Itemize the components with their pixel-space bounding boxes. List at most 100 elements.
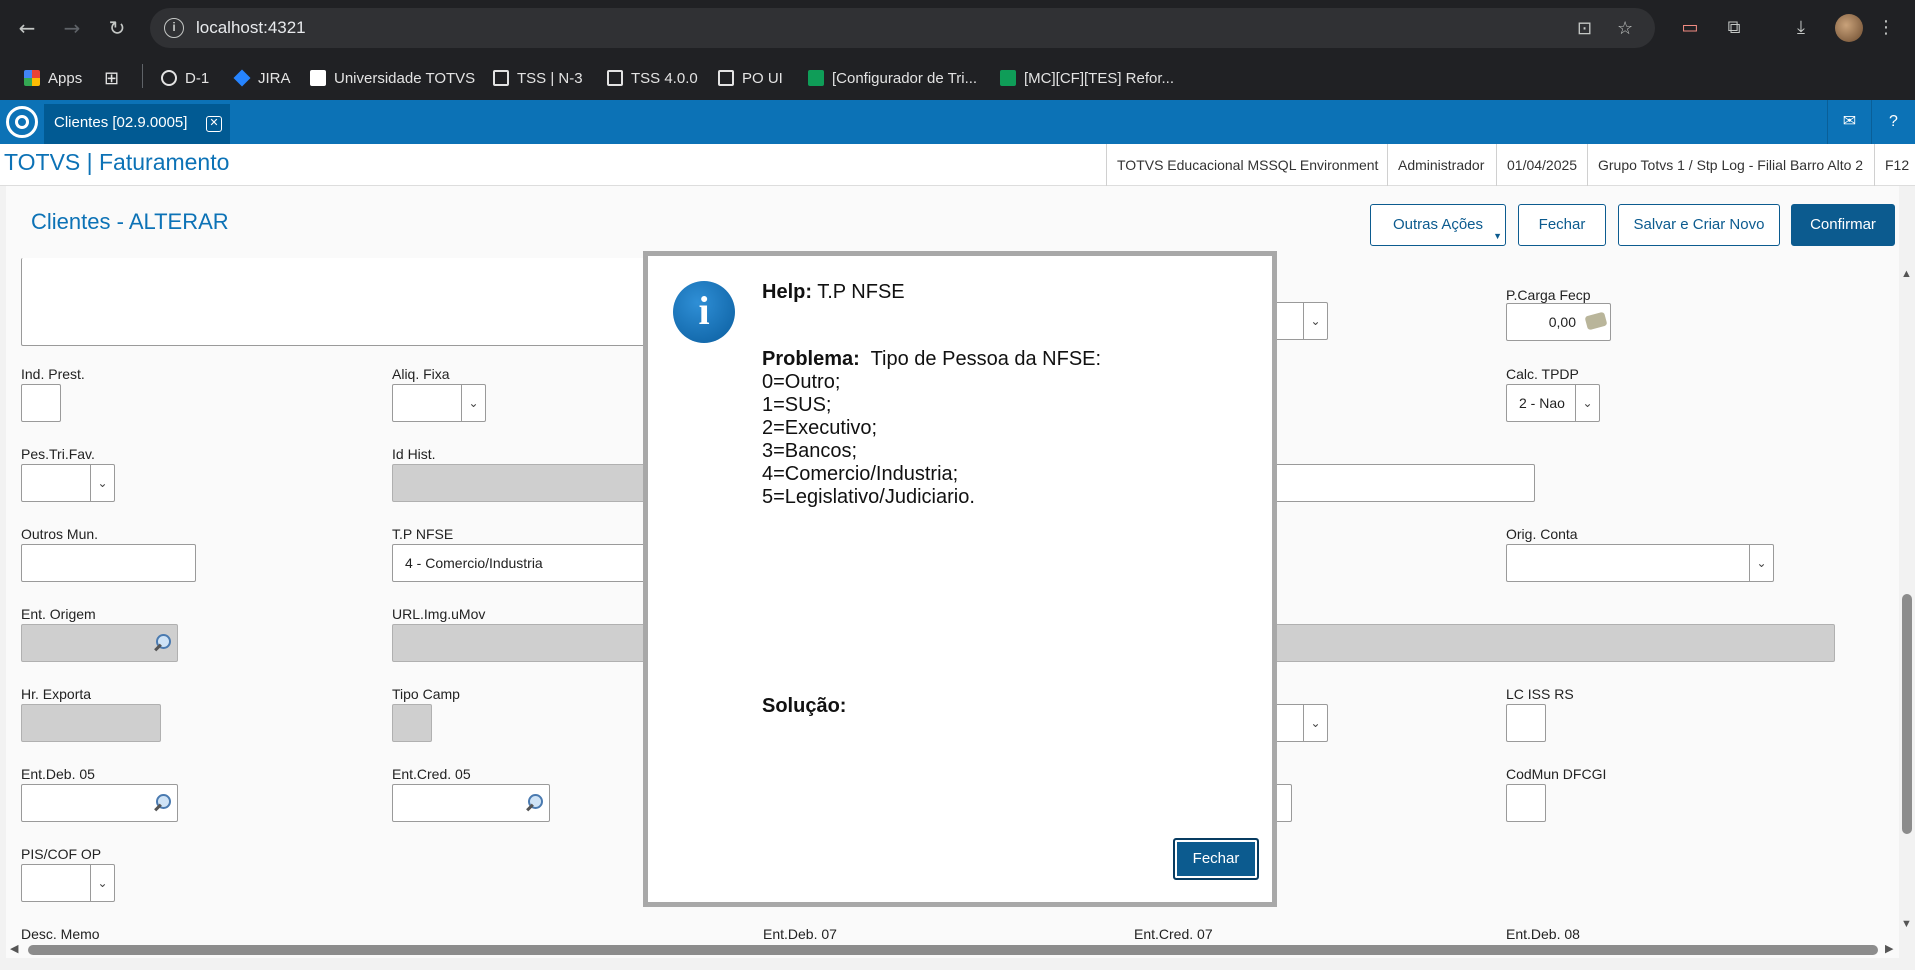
ent-cred-05-field[interactable]: [392, 784, 550, 822]
help-heading: Help: T.P NFSE: [762, 281, 905, 303]
status-company[interactable]: Grupo Totvs 1 / Stp Log - Filial Barro A…: [1587, 144, 1873, 186]
hidden-select-3[interactable]: ⌄: [1270, 704, 1328, 742]
bookmark-star-icon[interactable]: ☆: [1617, 18, 1633, 39]
bookmark-po-ui[interactable]: PO UI: [718, 68, 783, 88]
close-tab-icon[interactable]: ✕: [206, 116, 222, 132]
ent-deb-05-field[interactable]: [21, 784, 178, 822]
pis-cof-op-label: PIS/COF OP: [21, 846, 102, 862]
bookmark-d1[interactable]: D-1: [161, 68, 209, 88]
money-icon[interactable]: [1584, 311, 1608, 331]
bookmark-jira[interactable]: JIRA: [233, 68, 291, 88]
tipo-camp-field[interactable]: [392, 704, 432, 742]
bookmark-configurador[interactable]: [Configurador de Tri...: [808, 68, 977, 88]
bookmarks-bar: Apps ⊞ D-1 JIRA Universidade TOTVS TSS |…: [0, 56, 1915, 100]
ent-origem-field[interactable]: [21, 624, 178, 662]
folder-icon: [718, 70, 734, 86]
back-icon[interactable]: ←: [13, 14, 41, 42]
scroll-left-icon[interactable]: ◀: [10, 942, 18, 955]
reload-icon[interactable]: ↻: [103, 14, 131, 42]
desc-memo-label: Desc. Memo: [21, 926, 100, 942]
codmun-dfcgi-field[interactable]: [1506, 784, 1546, 822]
page-title: Clientes - ALTERAR: [31, 209, 229, 234]
ind-prest-field[interactable]: [21, 384, 61, 422]
close-button[interactable]: Fechar: [1518, 204, 1606, 246]
folder-icon: [493, 70, 509, 86]
status-environment: TOTVS Educacional MSSQL Environment: [1106, 144, 1388, 186]
save-and-new-button[interactable]: Salvar e Criar Novo: [1618, 204, 1780, 246]
bookmark-mc-cf-tes[interactable]: [MC][CF][TES] Refor...: [1000, 68, 1174, 88]
confirm-button[interactable]: Confirmar: [1791, 204, 1895, 246]
install-app-icon[interactable]: ⊡: [1577, 18, 1592, 39]
scroll-right-icon[interactable]: ▶: [1885, 942, 1893, 955]
bookmark-apps[interactable]: Apps: [24, 68, 82, 88]
app-header: Clientes [02.9.0005] ✕ ✉ ?: [0, 100, 1915, 144]
bookmark-grid[interactable]: ⊞: [104, 67, 120, 89]
universidade-icon: [310, 70, 326, 86]
ent-cred-05-label: Ent.Cred. 05: [392, 766, 471, 782]
download-icon[interactable]: ⤓: [1787, 14, 1815, 42]
globe-icon: [161, 70, 177, 86]
forward-icon[interactable]: →: [58, 14, 86, 42]
scroll-down-icon[interactable]: ▼: [1901, 918, 1912, 930]
lc-iss-rs-field[interactable]: [1506, 704, 1546, 742]
search-icon[interactable]: [153, 634, 171, 652]
status-f12[interactable]: F12: [1874, 144, 1915, 186]
sheet-icon: [1000, 70, 1016, 86]
tipo-camp-label: Tipo Camp: [392, 686, 460, 702]
mail-icon[interactable]: ✉: [1827, 100, 1871, 144]
tab-clientes[interactable]: Clientes [02.9.0005] ✕: [44, 104, 230, 144]
orig-conta-select[interactable]: ⌄: [1506, 544, 1774, 582]
chevron-down-icon[interactable]: ⌄: [1749, 545, 1773, 581]
vertical-scroll-thumb[interactable]: [1902, 594, 1912, 834]
bookmark-tss-n3[interactable]: TSS | N-3: [493, 68, 583, 88]
pis-cof-op-select[interactable]: ⌄: [21, 864, 115, 902]
hidden-select-1[interactable]: ⌄: [1270, 302, 1328, 340]
chevron-down-icon[interactable]: ⌄: [1575, 385, 1599, 421]
extensions-icon[interactable]: ⧉: [1720, 14, 1748, 42]
bookmark-tss-400[interactable]: TSS 4.0.0: [607, 68, 698, 88]
browser-toolbar: ← → ↻ i localhost:4321 ⊡ ☆ ▭ ⧉ ⤓ ⋮: [0, 0, 1915, 56]
address-bar[interactable]: i localhost:4321 ⊡ ☆: [150, 8, 1655, 48]
bookmark-universidade[interactable]: Universidade TOTVS: [310, 68, 475, 88]
calc-tpdp-select[interactable]: 2 - Nao ⌄: [1506, 384, 1600, 422]
outros-mun-label: Outros Mun.: [21, 526, 99, 542]
chevron-down-icon[interactable]: ⌄: [461, 385, 485, 421]
menu-kebab-icon[interactable]: ⋮: [1872, 14, 1900, 42]
chevron-down-icon[interactable]: ⌄: [1303, 303, 1327, 339]
problem-heading: Problema: Tipo de Pessoa da NFSE:: [762, 348, 1102, 370]
scroll-up-icon[interactable]: ▲: [1901, 268, 1912, 280]
help-icon[interactable]: ?: [1871, 100, 1915, 144]
url-img-umov-field[interactable]: [392, 624, 652, 662]
apps-icon: [24, 70, 40, 86]
site-info-icon[interactable]: i: [164, 18, 184, 38]
aliq-fixa-select[interactable]: ⌄: [392, 384, 486, 422]
search-icon[interactable]: [525, 794, 543, 812]
tp-nfse-label: T.P NFSE: [392, 526, 454, 542]
other-actions-button[interactable]: Outras Ações ▼: [1370, 204, 1506, 246]
horizontal-scroll-thumb[interactable]: [28, 945, 1878, 955]
horizontal-scrollbar[interactable]: ◀ ▶: [6, 942, 1899, 958]
tp-nfse-select[interactable]: 4 - Comercio/Industria: [392, 544, 652, 582]
id-hist-field[interactable]: [392, 464, 652, 502]
grid-icon: ⊞: [104, 67, 120, 89]
problem-line: 3=Bancos;: [762, 440, 858, 462]
outros-mun-field[interactable]: [21, 544, 196, 582]
pes-tri-fav-label: Pes.Tri.Fav.: [21, 446, 95, 462]
hr-exporta-field[interactable]: [21, 704, 161, 742]
p-carga-fecp-field[interactable]: 0,00: [1506, 303, 1611, 341]
totvs-logo-icon[interactable]: [6, 106, 38, 138]
url-text[interactable]: localhost:4321: [196, 18, 306, 38]
chevron-down-icon[interactable]: ⌄: [90, 465, 114, 501]
search-icon[interactable]: [153, 794, 171, 812]
chevron-down-icon[interactable]: ⌄: [1303, 705, 1327, 741]
chevron-down-icon[interactable]: ⌄: [90, 865, 114, 901]
pes-tri-fav-select[interactable]: ⌄: [21, 464, 115, 502]
vertical-scrollbar[interactable]: ▲ ▼: [1899, 264, 1915, 934]
profile-avatar[interactable]: [1835, 14, 1863, 42]
dialog-close-button[interactable]: Fechar: [1173, 838, 1259, 880]
hidden-field-2[interactable]: [1270, 464, 1535, 502]
folder-icon: [607, 70, 623, 86]
hr-exporta-label: Hr. Exporta: [21, 686, 92, 702]
problem-line: 5=Legislativo/Judiciario.: [762, 486, 975, 508]
cast-icon[interactable]: ▭: [1676, 14, 1704, 42]
